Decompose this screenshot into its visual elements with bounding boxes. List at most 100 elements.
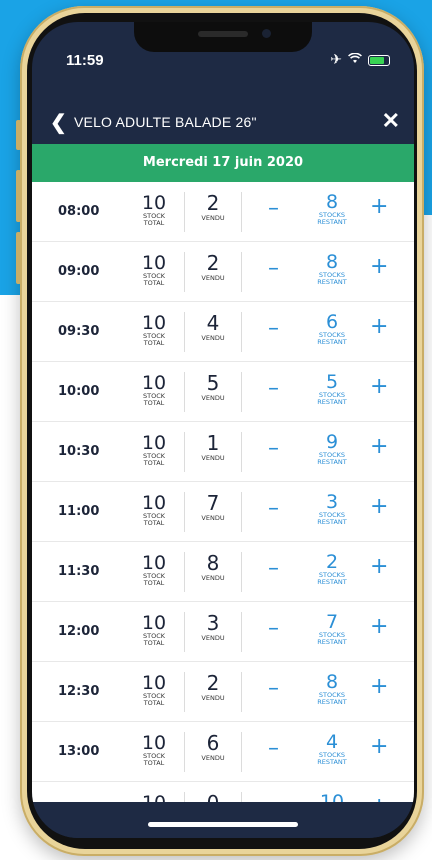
stock-total: 10 STOCK TOTAL — [136, 373, 172, 407]
close-icon[interactable]: ✕ — [382, 108, 400, 134]
increment-button[interactable]: + — [370, 496, 388, 518]
vendu: 8 VENDU — [184, 552, 242, 592]
vendu-label: VENDU — [201, 634, 225, 642]
stock-restant: 4 STOCKS RESTANT — [310, 732, 354, 766]
stock-total-label-line2: TOTAL — [143, 279, 165, 287]
increment-button[interactable]: + — [370, 196, 388, 218]
vendu: 2 VENDU — [184, 672, 242, 712]
stock-restant-label-line2: RESTANT — [317, 218, 347, 226]
stock-total: 10 STOCK TOTAL — [136, 673, 172, 707]
stock-restant: 9 STOCKS RESTANT — [310, 432, 354, 466]
stock-total-label-line2: TOTAL — [143, 219, 165, 227]
decrement-button[interactable]: – — [268, 738, 279, 760]
stock-restant-label-line2: RESTANT — [317, 578, 347, 586]
stock-restant: 2 STOCKS RESTANT — [310, 552, 354, 586]
vendu-value: 1 — [206, 431, 220, 455]
stock-restant-label-line2: RESTANT — [317, 698, 347, 706]
vendu-value: 2 — [206, 671, 220, 695]
increment-button[interactable]: + — [370, 256, 388, 278]
slot-time: 09:30 — [58, 324, 100, 339]
decrement-button[interactable]: – — [268, 618, 279, 640]
increment-button[interactable]: + — [370, 676, 388, 698]
home-indicator[interactable] — [148, 822, 298, 827]
stock-restant-value: 7 — [325, 611, 339, 633]
stock-total-label-line2: TOTAL — [143, 699, 165, 707]
table-row: 08:00 10 STOCK TOTAL 2 VENDU – 8 STOCKS … — [32, 182, 414, 242]
vendu-value: 0 — [185, 792, 241, 802]
chevron-left-icon[interactable]: ❮ — [50, 110, 68, 135]
stock-total-value: 10 — [141, 672, 167, 694]
table-row: 13:00 10 STOCK TOTAL 6 VENDU – 4 STOCKS … — [32, 722, 414, 782]
vendu: 4 VENDU — [184, 312, 242, 352]
stock-total-label-line2: TOTAL — [143, 579, 165, 587]
stock-restant-label-line2: RESTANT — [317, 278, 347, 286]
vendu: 0 VENDU — [184, 792, 242, 802]
increment-button[interactable]: + — [370, 316, 388, 338]
stock-total-label-line2: TOTAL — [143, 399, 165, 407]
stock-total-label-line2: TOTAL — [143, 459, 165, 467]
table-row: 10:30 10 STOCK TOTAL 1 VENDU – 9 STOCKS … — [32, 422, 414, 482]
stock-total: 10 STOCK TOTAL — [136, 553, 172, 587]
stock-total: 10 STOCK TOTAL — [136, 613, 172, 647]
vendu-value: 7 — [206, 491, 220, 515]
vendu-value: 8 — [206, 551, 220, 575]
decrement-button[interactable]: – — [268, 438, 279, 460]
stock-total: 10 STOCK TOTAL — [136, 433, 172, 467]
app-header: ❮ VELO ADULTE BALADE 26" ✕ — [32, 100, 414, 144]
volume-up-button — [16, 170, 21, 222]
stock-restant: 6 STOCKS RESTANT — [310, 312, 354, 346]
decrement-button[interactable]: – — [268, 558, 279, 580]
stock-restant-value: 2 — [325, 551, 339, 573]
stock-restant-value: 8 — [325, 671, 339, 693]
stock-total-value: 10 — [141, 192, 167, 214]
increment-button[interactable]: + — [370, 736, 388, 758]
stock-total-value: 10 — [141, 732, 167, 754]
decrement-button[interactable]: – — [268, 378, 279, 400]
increment-button[interactable]: + — [370, 436, 388, 458]
stock-total: 10 STOCK TOTAL — [136, 493, 172, 527]
stock-total-label-line2: TOTAL — [143, 519, 165, 527]
stock-restant-value: 8 — [325, 191, 339, 213]
increment-button[interactable]: + — [370, 616, 388, 638]
notch — [134, 22, 312, 52]
slot-list[interactable]: 08:00 10 STOCK TOTAL 2 VENDU – 8 STOCKS … — [32, 182, 414, 802]
vendu: 2 VENDU — [184, 192, 242, 232]
stock-restant: 8 STOCKS RESTANT — [310, 192, 354, 226]
silent-switch — [16, 120, 21, 150]
stock-total: 10 STOCK TOTAL — [136, 733, 172, 767]
increment-button[interactable]: + — [370, 556, 388, 578]
vendu-value: 3 — [206, 611, 220, 635]
vendu-label: VENDU — [201, 694, 225, 702]
decrement-button[interactable]: – — [268, 498, 279, 520]
vendu: 2 VENDU — [184, 252, 242, 292]
decrement-button[interactable]: – — [268, 258, 279, 280]
vendu-label: VENDU — [201, 514, 225, 522]
decrement-button[interactable]: – — [268, 198, 279, 220]
increment-button[interactable]: + — [370, 376, 388, 398]
table-row: 12:30 10 STOCK TOTAL 2 VENDU – 8 STOCKS … — [32, 662, 414, 722]
bottom-bar — [32, 802, 414, 838]
status-time: 11:59 — [66, 52, 104, 69]
phone-screen: 11:59 ✈ ❮ VELO ADULTE BALADE 26" ✕ Mercr… — [32, 22, 414, 838]
airplane-icon: ✈ — [330, 52, 342, 68]
stock-restant-value: 9 — [325, 431, 339, 453]
vendu-value: 4 — [206, 311, 220, 335]
slot-time: 12:00 — [58, 624, 100, 639]
table-row: 12:00 10 STOCK TOTAL 3 VENDU – 7 STOCKS … — [32, 602, 414, 662]
table-row: 09:00 10 STOCK TOTAL 2 VENDU – 8 STOCKS … — [32, 242, 414, 302]
stock-restant: 5 STOCKS RESTANT — [310, 372, 354, 406]
date-bar: Mercredi 17 juin 2020 — [32, 144, 414, 182]
stock-total-value: 10 — [141, 432, 167, 454]
vendu-value: 5 — [206, 371, 220, 395]
front-camera — [262, 29, 271, 38]
decrement-button[interactable]: – — [268, 678, 279, 700]
stock-restant-label-line2: RESTANT — [317, 458, 347, 466]
vendu: 5 VENDU — [184, 372, 242, 412]
slot-time: 09:00 — [58, 264, 100, 279]
stock-total-value: 10 — [141, 612, 167, 634]
vendu: 3 VENDU — [184, 612, 242, 652]
vendu-label: VENDU — [201, 454, 225, 462]
stock-restant-label-line2: RESTANT — [317, 338, 347, 346]
table-row: 11:30 10 STOCK TOTAL 8 VENDU – 2 STOCKS … — [32, 542, 414, 602]
decrement-button[interactable]: – — [268, 318, 279, 340]
